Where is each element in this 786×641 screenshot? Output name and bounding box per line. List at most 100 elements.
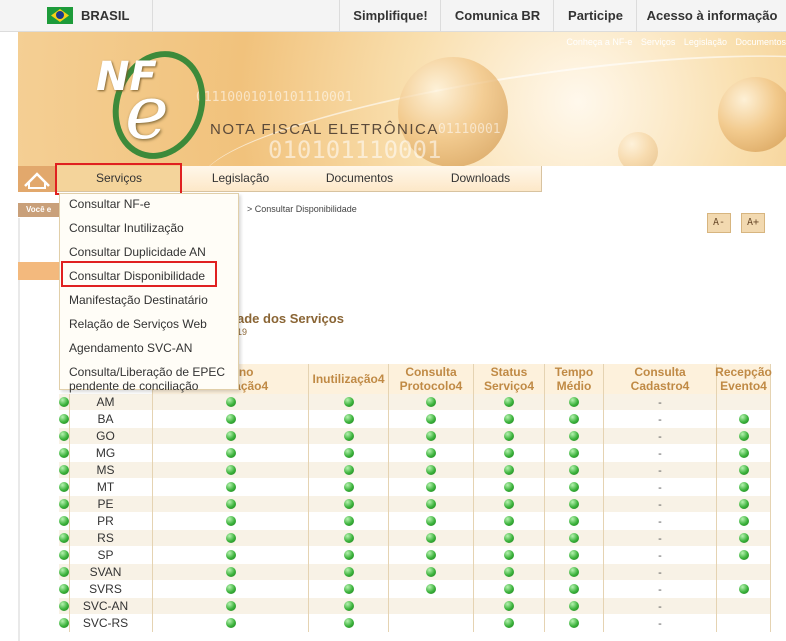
green-ball-icon	[569, 396, 579, 407]
menu-item-consulta-liberacao-epec-line2[interactable]: pendente de conciliação	[69, 379, 198, 393]
state-cell: MT	[59, 479, 153, 496]
status-cell	[309, 394, 389, 411]
status-cell	[309, 581, 389, 598]
menu-item-manifestacao-destinatario[interactable]: Manifestação Destinatário	[69, 293, 208, 307]
status-cell	[717, 547, 771, 564]
status-cell	[153, 462, 309, 479]
green-ball-icon	[225, 515, 236, 526]
section-title: ade dos Serviços	[237, 311, 344, 326]
tab-downloads[interactable]: Downloads	[420, 166, 542, 192]
link-legislacao[interactable]: Legislação	[684, 37, 727, 47]
status-cell	[59, 411, 70, 428]
green-ball-icon	[59, 583, 69, 594]
status-cell: -	[604, 462, 717, 479]
green-ball-icon	[504, 498, 514, 509]
green-ball-icon	[225, 532, 236, 543]
link-documentos[interactable]: Documentos	[735, 37, 786, 47]
green-ball-icon	[426, 549, 436, 560]
status-cell: -	[604, 428, 717, 445]
green-ball-icon	[343, 447, 354, 458]
status-cell	[545, 479, 604, 496]
simplifique-link[interactable]: Simplifique!	[339, 0, 441, 31]
tempo-medio-value: -	[658, 448, 662, 460]
binary-decoration: 01110001010101110001	[196, 90, 353, 105]
menu-item-consulta-liberacao-epec[interactable]: Consulta/Liberação de EPEC	[69, 365, 225, 379]
menu-item-consultar-duplicidade-an[interactable]: Consultar Duplicidade AN	[69, 245, 206, 259]
green-ball-icon	[504, 413, 514, 424]
you-are-here-label: Você e	[18, 203, 62, 217]
status-cell	[389, 394, 474, 411]
menu-item-relacao-servicos-web[interactable]: Relação de Serviços Web	[69, 317, 207, 331]
green-ball-icon	[59, 464, 69, 475]
tab-documentos[interactable]: Documentos	[299, 166, 421, 192]
status-cell	[474, 428, 545, 445]
status-cell	[474, 462, 545, 479]
green-ball-icon	[504, 549, 514, 560]
status-cell	[474, 513, 545, 530]
status-cell	[153, 530, 309, 547]
status-cell	[309, 496, 389, 513]
green-ball-icon	[569, 532, 579, 543]
status-cell	[153, 615, 309, 632]
status-cell	[309, 479, 389, 496]
status-cell	[309, 598, 389, 615]
state-cell: SVC-AN	[59, 598, 153, 615]
status-cell	[389, 496, 474, 513]
green-ball-icon	[426, 464, 436, 475]
font-decrease-button[interactable]: A-	[707, 213, 731, 233]
green-ball-icon	[343, 498, 354, 509]
table-row: RS -	[59, 530, 771, 547]
table-row: SVAN -	[59, 564, 771, 581]
green-ball-icon	[225, 430, 236, 441]
menu-item-consultar-nfe[interactable]: Consultar NF-e	[69, 197, 150, 211]
link-conheca-nfe[interactable]: Conheça a NF-e	[566, 37, 632, 47]
binary-decoration: 010101110001	[268, 136, 442, 164]
tempo-medio-value: -	[658, 567, 662, 579]
status-cell: -	[604, 581, 717, 598]
status-cell	[717, 394, 771, 411]
green-ball-icon	[738, 498, 749, 509]
tempo-medio-value: -	[658, 618, 662, 630]
green-ball-icon	[504, 464, 514, 475]
tempo-medio-value: -	[658, 499, 662, 511]
status-cell	[474, 496, 545, 513]
green-ball-icon	[225, 396, 236, 407]
green-ball-icon	[738, 515, 749, 526]
status-cell	[474, 445, 545, 462]
font-increase-button[interactable]: A+	[741, 213, 765, 233]
status-cell	[474, 547, 545, 564]
green-ball-icon	[426, 566, 436, 577]
highlight-servicos	[55, 163, 182, 195]
state-cell: AM	[59, 394, 153, 411]
green-ball-icon	[504, 532, 514, 543]
status-cell	[59, 564, 70, 581]
participe-link[interactable]: Participe	[553, 0, 637, 31]
status-cell	[474, 598, 545, 615]
tab-legislacao[interactable]: Legislação	[182, 166, 300, 192]
status-cell	[717, 479, 771, 496]
link-servicos[interactable]: Serviços	[641, 37, 676, 47]
green-ball-icon	[225, 600, 236, 611]
brasil-link[interactable]: BRASIL	[0, 0, 153, 31]
home-button[interactable]	[18, 166, 56, 192]
comunica-br-link[interactable]: Comunica BR	[440, 0, 554, 31]
status-cell: -	[604, 547, 717, 564]
menu-item-agendamento-svc-an[interactable]: Agendamento SVC-AN	[69, 341, 192, 355]
tempo-medio-value: -	[658, 482, 662, 494]
status-cell	[153, 598, 309, 615]
table-row: PE -	[59, 496, 771, 513]
tempo-medio-value: -	[658, 431, 662, 443]
green-ball-icon	[426, 515, 436, 526]
status-cell: -	[604, 513, 717, 530]
nfe-logo[interactable]: NF e	[78, 37, 221, 166]
status-cell: -	[604, 496, 717, 513]
status-cell: -	[604, 530, 717, 547]
menu-item-consultar-inutilizacao[interactable]: Consultar Inutilização	[69, 221, 184, 235]
status-cell	[545, 462, 604, 479]
status-cell	[389, 479, 474, 496]
table-row: MT -	[59, 479, 771, 496]
status-cell	[545, 547, 604, 564]
table-row: MG -	[59, 445, 771, 462]
home-icon	[24, 172, 50, 189]
acesso-informacao-link[interactable]: Acesso à informação	[636, 0, 786, 31]
